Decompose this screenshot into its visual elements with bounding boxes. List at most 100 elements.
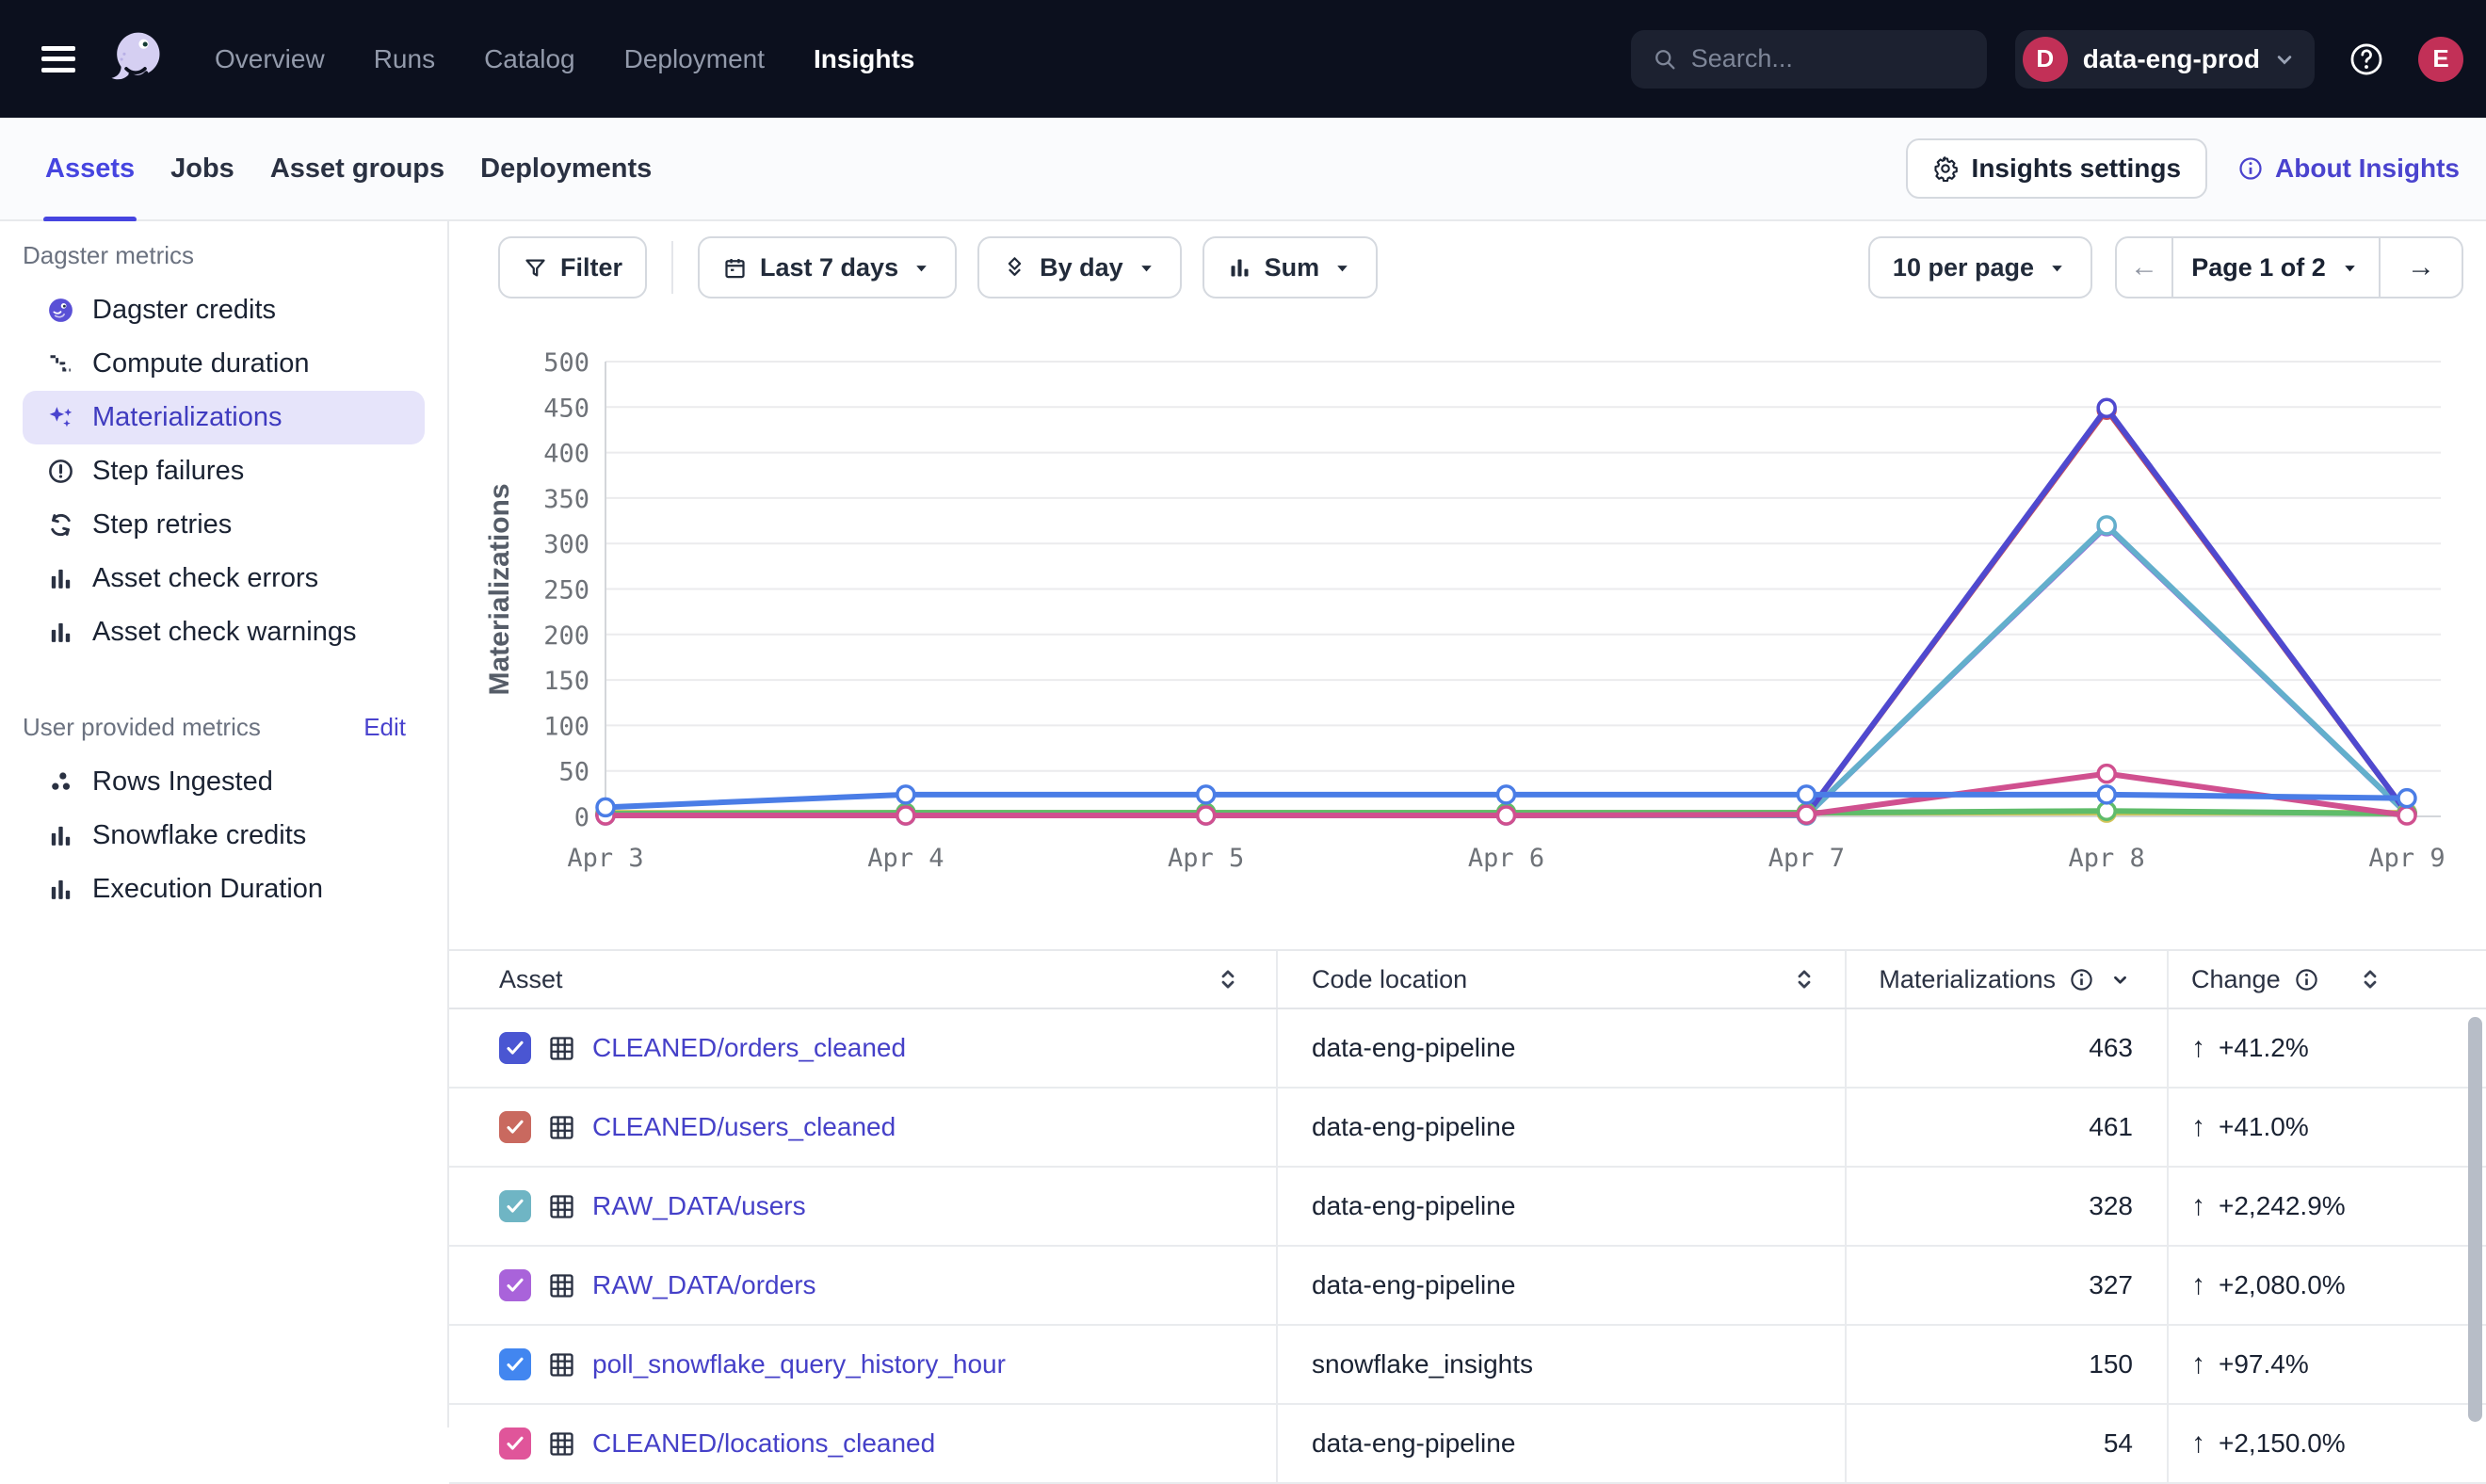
asset-cell: CLEANED/users_cleaned [449, 1089, 1276, 1166]
insights-settings-label: Insights settings [1972, 153, 2181, 184]
about-insights-label: About Insights [2275, 153, 2460, 184]
page-label: Page 1 of 2 [2191, 253, 2326, 282]
asset-link[interactable]: RAW_DATA/users [592, 1191, 806, 1221]
info-icon[interactable] [2294, 967, 2319, 992]
svg-text:150: 150 [543, 667, 589, 696]
table-asset-icon [547, 1192, 576, 1221]
code-location-cell: data-eng-pipeline [1276, 1168, 1845, 1245]
search-input[interactable] [1691, 44, 2025, 73]
search-icon [1652, 46, 1678, 73]
asset-cell: RAW_DATA/users [449, 1168, 1276, 1245]
asset-link[interactable]: RAW_DATA/orders [592, 1270, 816, 1300]
user-avatar[interactable]: E [2418, 37, 2463, 82]
aggregation-button[interactable]: Sum [1203, 236, 1379, 298]
row-checkbox[interactable] [499, 1269, 531, 1301]
asset-cell: RAW_DATA/orders [449, 1247, 1276, 1324]
group-by-button[interactable]: By day [977, 236, 1182, 298]
nav-link-catalog[interactable]: Catalog [484, 44, 575, 74]
sort-desc-icon[interactable] [2107, 967, 2133, 992]
nav-link-insights[interactable]: Insights [814, 44, 914, 74]
next-page-button[interactable]: → [2379, 238, 2462, 297]
col-change-label: Change [2191, 965, 2281, 994]
tab-deployments[interactable]: Deployments [478, 117, 654, 220]
tab-jobs[interactable]: Jobs [169, 117, 236, 220]
org-switcher[interactable]: D data-eng-prod [2015, 30, 2315, 89]
materializations-cell: 463 [1845, 1009, 2167, 1087]
svg-text:Apr 8: Apr 8 [2069, 844, 2145, 873]
svg-text:100: 100 [543, 712, 589, 741]
asset-link[interactable]: CLEANED/users_cleaned [592, 1112, 896, 1142]
table-asset-icon [547, 1271, 576, 1300]
materializations-cell: 328 [1845, 1168, 2167, 1245]
per-page-label: 10 per page [1893, 253, 2034, 282]
svg-text:Apr 7: Apr 7 [1768, 844, 1845, 873]
aggregation-label: Sum [1265, 253, 1320, 282]
asset-link[interactable]: CLEANED/locations_cleaned [592, 1428, 935, 1459]
materializations-cell: 461 [1845, 1089, 2167, 1166]
up-arrow-icon: ↑ [2191, 1032, 2205, 1064]
svg-text:Apr 3: Apr 3 [567, 844, 643, 873]
tab-asset-groups[interactable]: Asset groups [268, 117, 446, 220]
insights-settings-button[interactable]: Insights settings [1906, 138, 2207, 199]
asset-link[interactable]: poll_snowflake_query_history_hour [592, 1349, 1006, 1379]
table-row: RAW_DATA/ordersdata-eng-pipeline327↑+2,0… [449, 1247, 2486, 1326]
svg-text:200: 200 [543, 621, 589, 651]
hamburger-menu-icon[interactable] [41, 46, 75, 73]
sort-icon[interactable] [2356, 965, 2384, 993]
col-materializations-label: Materializations [1879, 965, 2056, 994]
org-badge: D [2023, 37, 2068, 82]
col-asset-label: Asset [499, 965, 563, 994]
calendar-icon [722, 255, 748, 281]
assets-table: Asset Code location Materializations Cha… [449, 949, 2486, 1484]
svg-text:Apr 6: Apr 6 [1468, 844, 1544, 873]
filter-button[interactable]: Filter [498, 236, 647, 298]
caret-down-icon [2046, 257, 2068, 279]
gear-icon [1932, 155, 1959, 182]
about-insights-link[interactable]: About Insights [2237, 153, 2460, 184]
primary-nav: Overview Runs Catalog Deployment Insights [215, 44, 914, 74]
svg-text:500: 500 [543, 348, 589, 378]
change-cell: ↑+41.0% [2167, 1089, 2486, 1166]
caret-down-icon [1332, 257, 1353, 279]
nav-link-deployment[interactable]: Deployment [624, 44, 765, 74]
line-chart[interactable]: 050100150200250300350400450500Apr 3Apr 4… [0, 320, 2486, 960]
prev-page-button[interactable]: ← [2117, 238, 2171, 297]
svg-text:50: 50 [558, 758, 589, 787]
table-scrollbar[interactable] [2468, 1017, 2482, 1422]
per-page-button[interactable]: 10 per page [1868, 236, 2092, 298]
group-by-label: By day [1040, 253, 1123, 282]
dagster-logo-icon[interactable] [104, 27, 168, 91]
table-row: poll_snowflake_query_history_hoursnowfla… [449, 1326, 2486, 1405]
pagination-control: ← Page 1 of 2 → [2115, 236, 2463, 298]
row-checkbox[interactable] [499, 1190, 531, 1222]
table-row: CLEANED/locations_cleaneddata-eng-pipeli… [449, 1405, 2486, 1484]
sort-icon[interactable] [1214, 965, 1242, 993]
asset-link[interactable]: CLEANED/orders_cleaned [592, 1033, 906, 1063]
change-cell: ↑+2,080.0% [2167, 1247, 2486, 1324]
asset-cell: poll_snowflake_query_history_hour [449, 1326, 1276, 1403]
info-icon[interactable] [2069, 967, 2094, 992]
row-checkbox[interactable] [499, 1428, 531, 1460]
col-location-label: Code location [1312, 965, 1467, 994]
nav-link-overview[interactable]: Overview [215, 44, 325, 74]
nav-link-runs[interactable]: Runs [374, 44, 435, 74]
filter-label: Filter [560, 253, 622, 282]
org-name: data-eng-prod [2083, 44, 2260, 74]
change-cell: ↑+2,150.0% [2167, 1405, 2486, 1482]
asset-cell: CLEANED/locations_cleaned [449, 1405, 1276, 1482]
table-asset-icon [547, 1034, 576, 1063]
table-asset-icon [547, 1429, 576, 1459]
row-checkbox[interactable] [499, 1348, 531, 1380]
help-icon[interactable] [2347, 40, 2386, 79]
bar-chart-icon [1227, 255, 1252, 281]
row-checkbox[interactable] [499, 1032, 531, 1064]
date-range-button[interactable]: Last 7 days [698, 236, 957, 298]
tab-assets[interactable]: Assets [43, 117, 137, 220]
info-icon [2237, 155, 2264, 182]
page-select-button[interactable]: Page 1 of 2 [2171, 238, 2379, 297]
search-box[interactable]: / [1631, 30, 1987, 89]
top-nav: OverviewRunsCatalogDeploymentInsights / … [0, 0, 2486, 118]
row-checkbox[interactable] [499, 1111, 531, 1143]
materializations-cell: 150 [1845, 1326, 2167, 1403]
sort-icon[interactable] [1790, 965, 1818, 993]
